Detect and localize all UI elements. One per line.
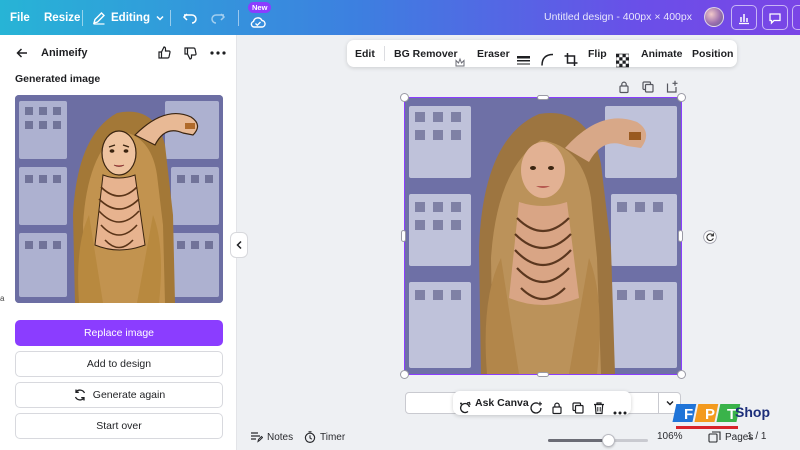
- start-over-button[interactable]: Start over: [15, 413, 223, 439]
- resize-handle-bottom-left[interactable]: [400, 370, 409, 379]
- trash-icon[interactable]: [592, 396, 606, 420]
- back-arrow-icon[interactable]: [15, 46, 29, 60]
- comment-icon: [769, 12, 781, 25]
- resize-handle-top-right[interactable]: [677, 93, 686, 102]
- resize-handle-top[interactable]: [537, 95, 549, 100]
- lock-icon[interactable]: [550, 396, 564, 420]
- avatar[interactable]: [704, 7, 724, 27]
- shop-watermark-text: Shop: [735, 404, 770, 420]
- zoom-slider-knob[interactable]: [601, 434, 615, 447]
- undo-button[interactable]: [182, 0, 198, 35]
- topbar-divider: [238, 10, 239, 26]
- border-style-icon[interactable]: [517, 47, 530, 74]
- resize-handle-top-left[interactable]: [400, 93, 409, 102]
- magic-refresh-icon: [459, 401, 471, 414]
- panel-header: Animeify: [0, 35, 237, 71]
- crown-icon: [455, 57, 465, 67]
- topbar-divider: [170, 10, 171, 26]
- svg-text:P: P: [705, 406, 715, 423]
- thumbs-down-icon[interactable]: [183, 46, 198, 61]
- timer-button[interactable]: Timer: [304, 431, 345, 443]
- resize-handle-bottom[interactable]: [537, 372, 549, 377]
- add-to-design-button[interactable]: Add to design: [15, 351, 223, 377]
- floating-toolbar: Ask Canva: [453, 391, 631, 415]
- ask-canva-button[interactable]: Ask Canva: [475, 391, 529, 415]
- comment-add-icon[interactable]: [529, 396, 543, 420]
- toolbar-divider: [384, 46, 385, 61]
- animeify-panel: Animeify Generated image Replace image A…: [0, 35, 237, 450]
- panel-title: Animeify: [41, 47, 88, 59]
- insights-button[interactable]: [731, 5, 757, 30]
- document-title[interactable]: Untitled design - 400px × 400px: [544, 11, 692, 23]
- notes-label: Notes: [267, 431, 294, 443]
- photo-image: [405, 98, 681, 374]
- duplicate-icon[interactable]: [641, 80, 655, 94]
- generate-again-label: Generate again: [92, 389, 166, 401]
- generated-anime-image[interactable]: [15, 95, 223, 303]
- duplicate-icon[interactable]: [571, 396, 585, 420]
- generate-again-button[interactable]: Generate again: [15, 382, 223, 408]
- cloud-check-icon: [250, 16, 266, 28]
- share-button[interactable]: [792, 5, 800, 30]
- notes-button[interactable]: Notes: [250, 431, 293, 443]
- rotate-icon[interactable]: [703, 230, 717, 244]
- resize-handle-right[interactable]: [678, 230, 683, 242]
- crop-icon[interactable]: [564, 46, 578, 73]
- resize-handle-left[interactable]: [401, 230, 406, 242]
- generated-image-label: Generated image: [15, 73, 101, 85]
- editing-mode-label: Editing: [111, 11, 150, 24]
- transparency-icon[interactable]: [616, 47, 629, 74]
- more-options-icon[interactable]: [210, 51, 226, 55]
- add-page-icon[interactable]: [665, 80, 679, 94]
- lock-icon[interactable]: [617, 80, 631, 94]
- context-toolbar: Edit BG Remover Eraser Flip Animate Posi…: [347, 40, 737, 68]
- bar-chart-icon: [739, 13, 749, 24]
- file-menu[interactable]: File: [10, 0, 30, 35]
- eraser-button[interactable]: Eraser: [477, 40, 510, 67]
- timer-icon: [304, 431, 316, 443]
- edit-button[interactable]: Edit: [355, 40, 375, 67]
- corner-rounding-icon[interactable]: [540, 46, 554, 73]
- topbar-divider: [82, 10, 83, 26]
- zoom-slider-fill: [548, 439, 609, 442]
- thumbs-up-icon[interactable]: [157, 45, 172, 60]
- chevron-left-icon: [236, 240, 242, 250]
- replace-image-button[interactable]: Replace image: [15, 320, 223, 346]
- more-options-icon[interactable]: [613, 401, 627, 425]
- resize-handle-bottom-right[interactable]: [677, 370, 686, 379]
- position-button[interactable]: Position: [692, 40, 733, 67]
- editing-mode-menu[interactable]: Editing: [92, 0, 165, 35]
- notes-icon: [251, 432, 263, 443]
- edge-glyph: a: [0, 294, 5, 303]
- refresh-icon: [74, 389, 85, 401]
- svg-text:F: F: [684, 406, 693, 423]
- redo-icon: [211, 12, 226, 24]
- new-badge: New: [248, 2, 272, 13]
- timer-label: Timer: [320, 431, 346, 443]
- collapse-panel-button[interactable]: [230, 232, 248, 258]
- design-canvas[interactable]: [405, 98, 681, 374]
- top-bar: File Resize Editing New Untitled design …: [0, 0, 800, 35]
- pencil-icon: [92, 11, 105, 25]
- redo-button[interactable]: [210, 0, 226, 35]
- anime-illustration: [15, 95, 223, 303]
- undo-icon: [182, 12, 197, 24]
- resize-menu[interactable]: Resize: [44, 0, 80, 35]
- animate-button[interactable]: Animate: [641, 40, 682, 67]
- comments-button[interactable]: [762, 5, 788, 30]
- chevron-down-icon: [156, 15, 164, 21]
- zoom-slider-track[interactable]: [548, 439, 648, 442]
- bg-remover-button[interactable]: BG Remover: [394, 40, 458, 67]
- flip-button[interactable]: Flip: [588, 40, 607, 67]
